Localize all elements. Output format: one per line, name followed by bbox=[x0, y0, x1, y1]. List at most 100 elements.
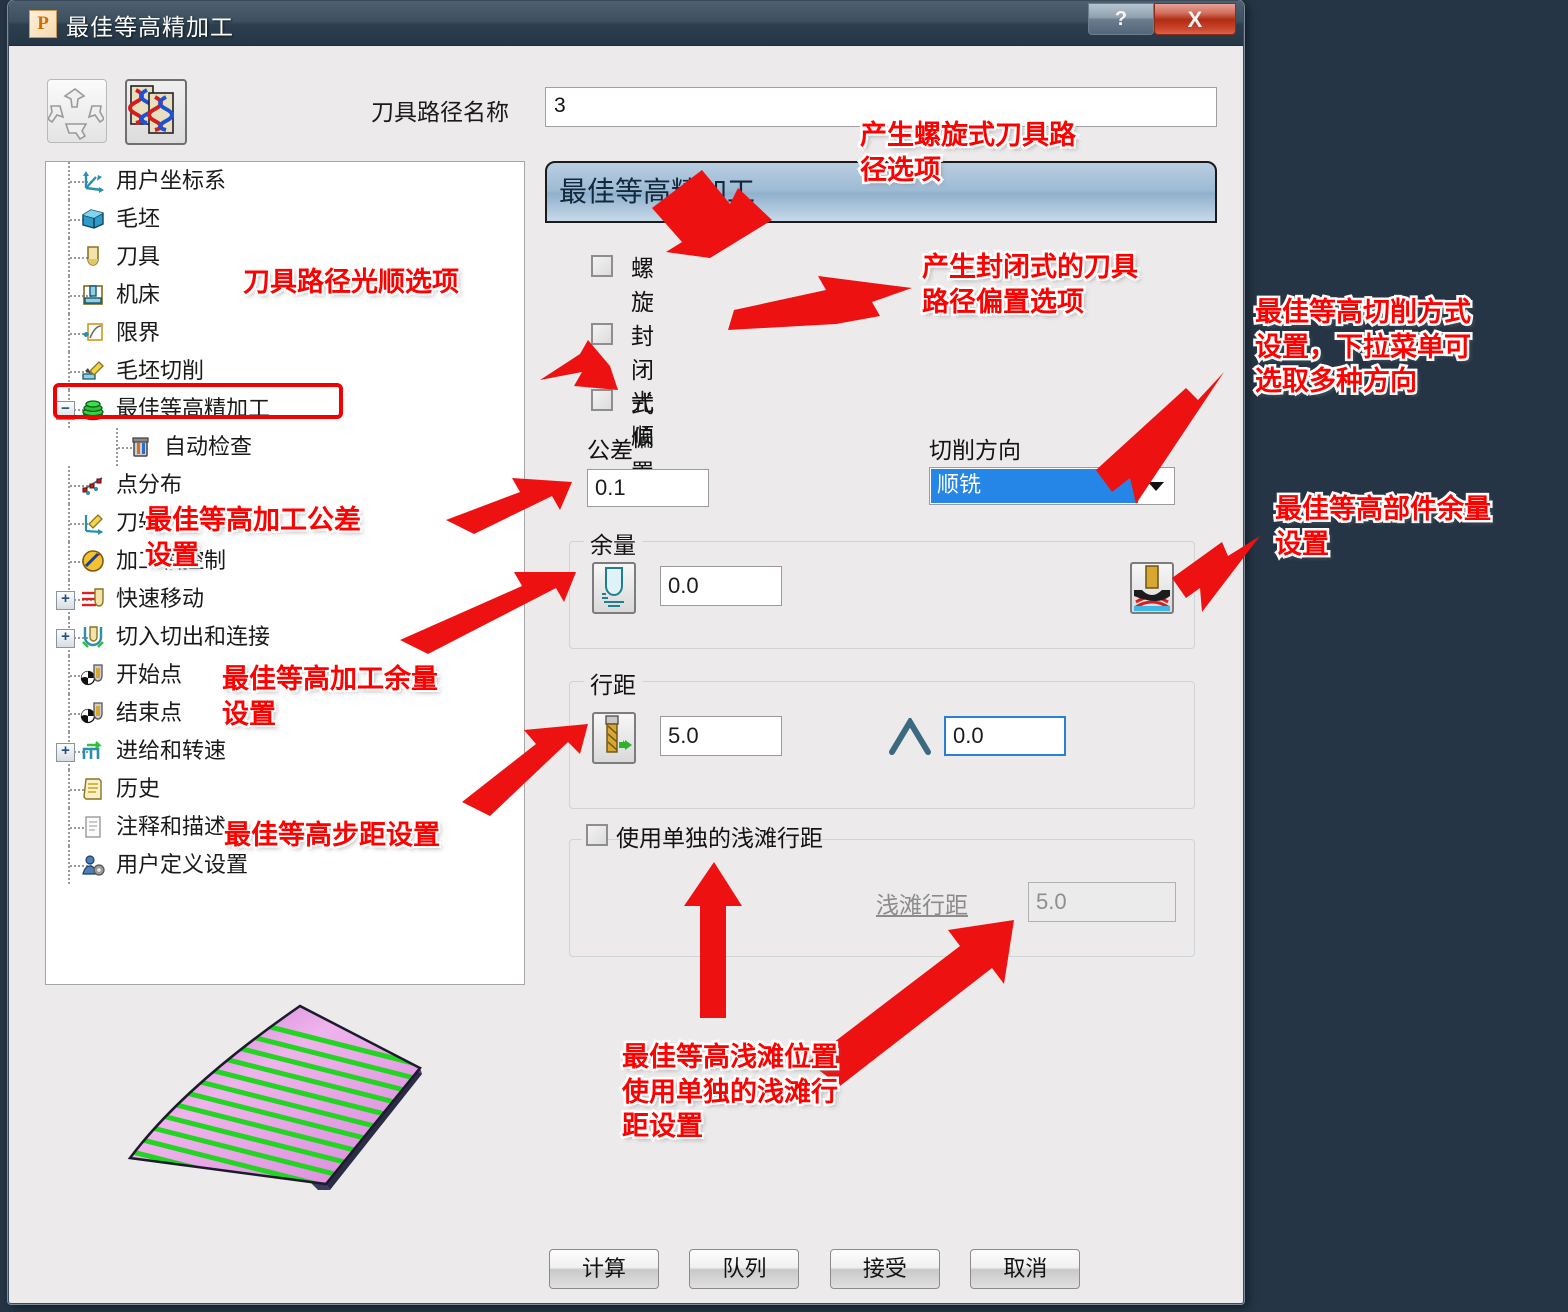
smoothing-checkbox[interactable] bbox=[591, 389, 613, 411]
tree-item-leads-links-icon[interactable]: + 切入切出和连接 bbox=[46, 618, 524, 656]
tree-item-axes-icon[interactable]: 用户坐标系 bbox=[46, 162, 524, 200]
cut-direction-combobox[interactable]: 顺铣 bbox=[929, 467, 1175, 505]
chevron-down-icon[interactable] bbox=[1138, 468, 1174, 504]
user-defined-icon bbox=[82, 855, 105, 876]
settings-tree[interactable]: 用户坐标系毛坯刀具机床限界 毛坯切削 − 最佳等高精加工自动检查点分布刀轴加工轴控制 +… bbox=[45, 161, 525, 985]
annotation-component-thickness: 最佳等高部件余量 设置 bbox=[1273, 491, 1494, 561]
annotation-cut-direction: 最佳等高切削方式 设置，下拉菜单可 选取多种方向 bbox=[1253, 295, 1474, 399]
window-title: 最佳等高精加工 bbox=[66, 14, 234, 40]
tree-item-label: 注释和描述 bbox=[116, 814, 227, 839]
tree-item-machine-axis-control-icon[interactable]: 加工轴控制 bbox=[46, 542, 524, 580]
shallow-angle-input[interactable]: 0.0 bbox=[944, 716, 1066, 756]
boundary-icon bbox=[83, 323, 103, 341]
feeds-speeds-icon bbox=[82, 741, 102, 759]
tree-item-label: 开始点 bbox=[116, 662, 183, 687]
radial-thickness-icon bbox=[602, 567, 624, 607]
dialog-window: P 最佳等高精加工 ? X 刀具路径名称 3 用户坐标系 毛坯 刀具 机床 限界… bbox=[8, 0, 1244, 1304]
closed-offset-checkbox[interactable] bbox=[591, 323, 613, 345]
tree-item-label: 最佳等高精加工 bbox=[116, 396, 271, 421]
tool-icon bbox=[87, 246, 99, 266]
shallow-stepover-input[interactable]: 5.0 bbox=[1028, 882, 1176, 922]
separate-shallow-label: 使用单独的浅滩行距 bbox=[616, 825, 823, 851]
tree-item-boundary-icon[interactable]: 限界 bbox=[46, 314, 524, 352]
component-thickness-icon bbox=[1134, 565, 1170, 611]
dialog-toolbar bbox=[46, 79, 201, 145]
thickness-group-label: 余量 bbox=[584, 526, 642, 560]
tree-item-user-defined-icon[interactable]: 用户定义设置 bbox=[46, 846, 524, 884]
machine-icon bbox=[83, 285, 103, 305]
cut-direction-label: 切削方向 bbox=[929, 437, 1021, 463]
tree-item-notes-icon[interactable]: 注释和描述 bbox=[46, 808, 524, 846]
spiral-checkbox[interactable] bbox=[591, 255, 613, 277]
cancel-button[interactable]: 取消 bbox=[970, 1249, 1081, 1289]
start-point-icon bbox=[80, 664, 103, 686]
tree-expander[interactable]: + bbox=[56, 591, 75, 610]
tool-axis-icon bbox=[84, 514, 103, 535]
stepdown-group: 行距 5.0 0.0 bbox=[569, 666, 1195, 809]
radial-thickness-button[interactable] bbox=[592, 562, 636, 614]
component-thickness-button[interactable] bbox=[1130, 562, 1174, 614]
close-button[interactable]: X bbox=[1154, 3, 1236, 35]
tree-item-label: 点分布 bbox=[116, 472, 183, 497]
notes-icon bbox=[85, 816, 101, 838]
tolerance-input[interactable]: 0.1 bbox=[587, 469, 709, 507]
tree-item-label: 机床 bbox=[116, 282, 161, 307]
tree-expander[interactable]: + bbox=[56, 629, 75, 648]
tree-item-machine-icon[interactable]: 机床 bbox=[46, 276, 524, 314]
toolpath-preview-button[interactable] bbox=[125, 79, 188, 145]
form-header-title: 最佳等高精加工 bbox=[545, 161, 1217, 223]
optimised-constant-z-icon bbox=[82, 400, 104, 421]
machine-axis-control-icon bbox=[82, 550, 104, 572]
tree-item-label: 加工轴控制 bbox=[116, 548, 227, 573]
accept-button[interactable]: 接受 bbox=[829, 1249, 940, 1289]
thickness-group: 余量 0.0 bbox=[569, 526, 1195, 649]
tree-item-label: 进给和转速 bbox=[116, 738, 227, 763]
end-point-icon bbox=[80, 702, 103, 724]
stepdown-icon bbox=[605, 715, 632, 753]
tree-expander[interactable]: − bbox=[56, 401, 75, 420]
tree-item-block-icon[interactable]: 毛坯 bbox=[46, 200, 524, 238]
tree-item-rapid-move-icon[interactable]: + 快速移动 bbox=[46, 580, 524, 618]
smoothing-label: 光顺 bbox=[631, 389, 654, 449]
axes-icon bbox=[83, 171, 104, 193]
tree-item-label: 快速移动 bbox=[116, 586, 205, 611]
thickness-input[interactable]: 0.0 bbox=[660, 566, 782, 606]
spiral-label: 螺旋 bbox=[631, 255, 654, 315]
separate-shallow-checkbox-row[interactable]: 使用单独的浅滩行距 bbox=[582, 820, 823, 852]
tree-expander[interactable]: + bbox=[56, 743, 75, 762]
auto-check-icon bbox=[132, 437, 149, 457]
recycle-icon bbox=[46, 88, 106, 141]
tree-item-history-icon[interactable]: 历史 bbox=[46, 770, 524, 808]
tree-item-end-point-icon[interactable]: 结束点 bbox=[46, 694, 524, 732]
tree-item-point-distribution-icon[interactable]: 点分布 bbox=[46, 466, 524, 504]
stepdown-group-label: 行距 bbox=[584, 666, 642, 700]
toolpath-name-input[interactable]: 3 bbox=[545, 87, 1217, 127]
stepdown-button[interactable] bbox=[592, 712, 636, 764]
tree-item-feeds-speeds-icon[interactable]: + 进给和转速 bbox=[46, 732, 524, 770]
tree-item-label: 刀轴 bbox=[116, 510, 161, 535]
separate-shallow-checkbox[interactable] bbox=[586, 824, 608, 846]
tree-item-start-point-icon[interactable]: 开始点 bbox=[46, 656, 524, 694]
tree-item-optimised-constant-z-icon[interactable]: − 最佳等高精加工 bbox=[46, 390, 524, 428]
tree-item-label: 历史 bbox=[116, 776, 161, 801]
tree-item-tool-icon[interactable]: 刀具 bbox=[46, 238, 524, 276]
ramp-model-graphic bbox=[127, 1004, 422, 1190]
tree-item-auto-check-icon[interactable]: 自动检查 bbox=[46, 428, 524, 466]
calculate-button[interactable]: 计算 bbox=[549, 1249, 659, 1289]
tree-item-label: 刀具 bbox=[116, 244, 161, 269]
part-preview bbox=[104, 996, 444, 1191]
queue-button[interactable]: 队列 bbox=[689, 1249, 800, 1289]
stepdown-input[interactable]: 5.0 bbox=[660, 716, 782, 756]
tolerance-label: 公差 bbox=[587, 437, 633, 463]
tree-item-stock-cut-icon[interactable]: 毛坯切削 bbox=[46, 352, 524, 390]
toolpath-preview-icon bbox=[128, 85, 175, 134]
tree-item-tool-axis-icon[interactable]: 刀轴 bbox=[46, 504, 524, 542]
shallow-angle-icon bbox=[889, 718, 931, 755]
shallow-stepover-group: 使用单独的浅滩行距 浅滩行距 5.0 bbox=[569, 820, 1195, 957]
help-button[interactable]: ? bbox=[1088, 3, 1154, 35]
tree-item-label: 切入切出和连接 bbox=[116, 624, 271, 649]
recycle-button[interactable] bbox=[46, 79, 107, 143]
tree-item-label: 毛坯 bbox=[116, 206, 161, 231]
history-icon bbox=[83, 778, 102, 800]
title-bar[interactable]: P 最佳等高精加工 ? X bbox=[9, 1, 1243, 46]
